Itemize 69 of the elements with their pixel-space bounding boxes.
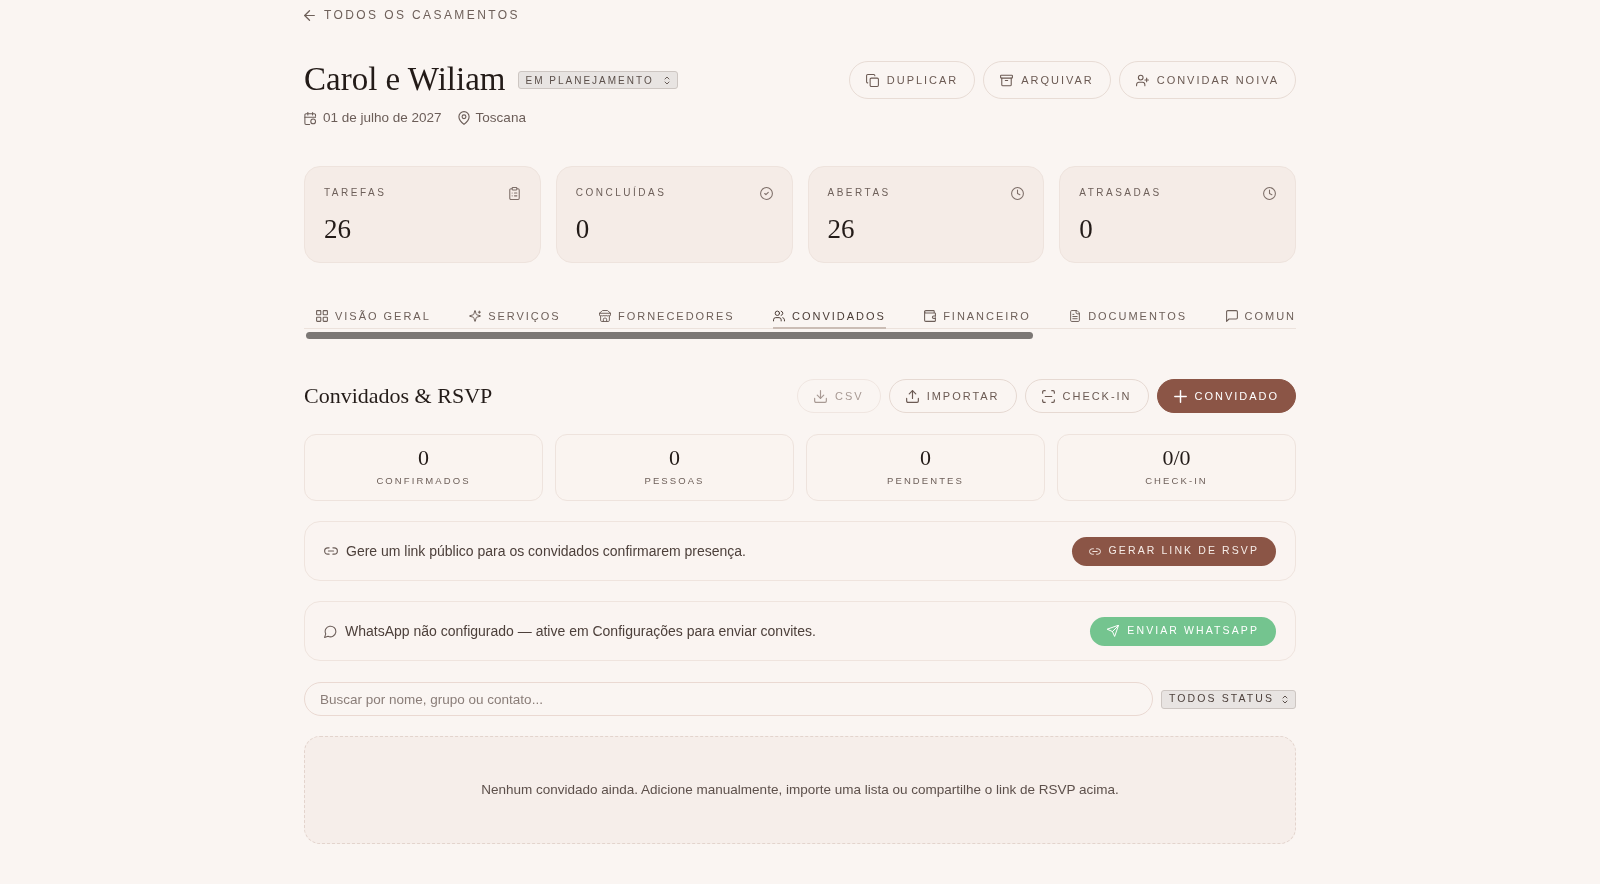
tab[interactable]: VISÃO GERAL [316,304,431,330]
stat-label: ABERTAS [827,187,891,200]
empty-state-message: Nenhum convidado ainda. Adicione manualmente, importe uma lista ou compartilhe o link de RSVP acima. [481,781,1119,800]
archive-box-icon [1000,73,1014,87]
event-date: 01 de julho de 2027 [323,109,442,127]
banner-action-button[interactable]: GERAR LINK DE RSVP [1071,536,1276,566]
tab[interactable]: SERVIÇOS [469,304,561,330]
page-title: Carol e Wiliam [304,60,506,99]
link-icon [1088,547,1101,555]
section-action-button[interactable]: IMPORTAR [888,379,1017,414]
arrow-left-icon [304,9,315,21]
wallet-icon [924,309,937,322]
link-icon [324,547,338,556]
document-icon [1069,309,1082,322]
summary-value: 0 [669,445,680,472]
users-icon [773,309,785,322]
tab[interactable]: FORNECEDORES [599,304,735,330]
summary-label: CONFIRMADOS [376,475,471,488]
chat-bubble-icon [324,624,337,638]
copy-icon [865,73,879,87]
banner-message: Gere um link público para os convidados confirmarem presença. [346,541,746,561]
clock-icon [1011,186,1025,200]
clock-icon [1263,186,1276,200]
summary-value: 0 [920,445,931,472]
header-action-button[interactable]: ARQUIVAR [983,61,1111,99]
tab[interactable]: CONVIDADOS [773,304,886,330]
summary-label: PENDENTES [887,475,964,488]
stat-label: TAREFAS [324,187,387,200]
stat-value: 26 [324,213,351,246]
stat-value: 0 [575,213,590,246]
banner-message: WhatsApp não configurado — ative em Configurações para enviar convites. [345,621,816,641]
grid-icon [316,309,328,322]
up-down-chevron-icon [663,75,670,85]
summary-label: CHECK-IN [1145,475,1208,488]
plus-icon [1173,389,1187,403]
calendar-icon [304,111,317,125]
upload-icon [905,389,919,403]
tab[interactable]: COMUN [1225,304,1296,330]
stat-label: ATRASADAS [1079,187,1162,200]
tab[interactable]: FINANCEIRO [924,304,1031,330]
sparkles-icon [469,309,482,322]
user-plus-icon [1135,73,1149,87]
section-action-button[interactable]: CONVIDADO [1156,379,1296,414]
up-down-chevron-icon [1282,694,1288,704]
header-action-button[interactable]: CONVIDAR NOIVA [1118,61,1296,99]
check-circle-icon [759,186,773,200]
summary-value: 0 [418,445,429,472]
scrollbar[interactable] [306,332,1033,340]
download-icon [814,389,828,403]
summary-label: PESSOAS [644,475,705,488]
tab[interactable]: DOCUMENTOS [1069,304,1188,330]
section-action-button[interactable]: CHECK-IN [1024,379,1149,414]
status-select[interactable]: EM PLANEJAMENTO [517,71,678,89]
scan-icon [1041,389,1055,403]
clipboard-icon [507,186,521,200]
section-title: Convidados & RSVP [304,382,493,411]
stat-label: CONCLUÍDAS [575,187,667,200]
map-pin-icon [457,111,470,126]
stat-value: 0 [1079,213,1093,246]
event-location: Toscana [475,109,526,127]
send-icon [1107,625,1120,638]
chat-bubble-icon [1225,309,1238,322]
store-icon [599,309,611,322]
search-field[interactable]: Buscar por nome, grupo ou contato... [304,682,1153,717]
stat-value: 26 [827,213,855,246]
header-action-button[interactable]: DUPLICAR [848,61,976,99]
summary-value: 0/0 [1162,445,1191,472]
back-link[interactable]: TODOS OS CASAMENTOS [304,6,520,24]
status-filter-select[interactable]: TODOS STATUS [1161,689,1296,709]
